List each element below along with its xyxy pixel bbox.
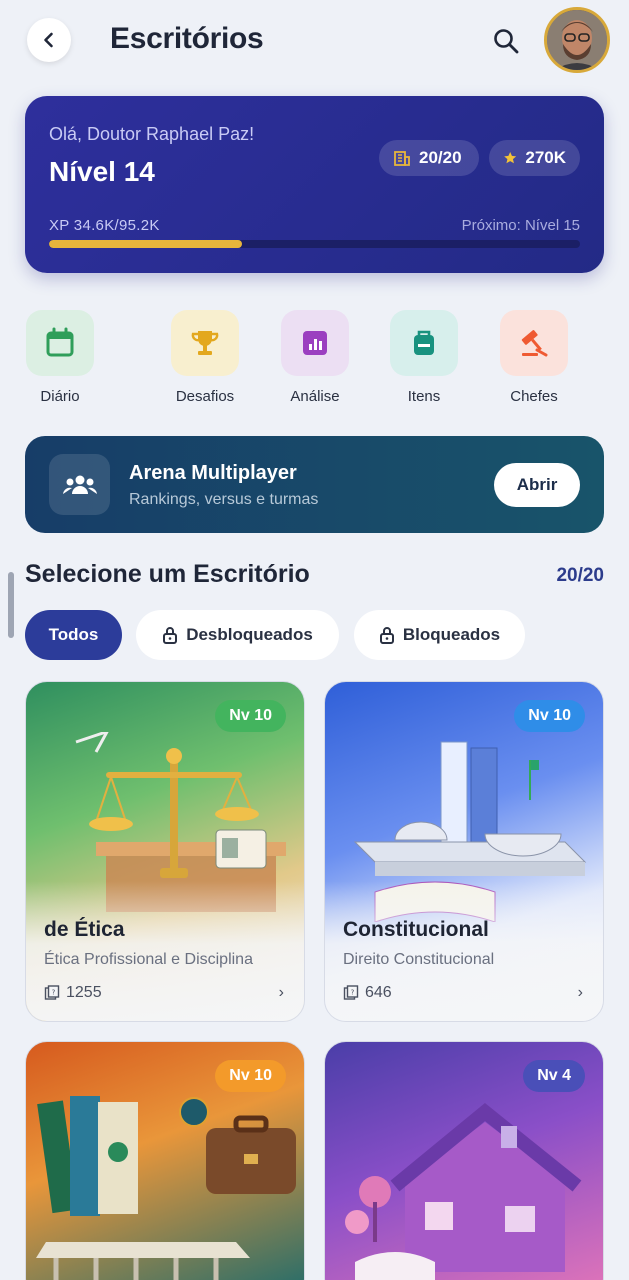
- level-badge: Nv 10: [215, 700, 286, 732]
- shortcut-tile: [171, 310, 239, 376]
- arena-multiplayer-banner[interactable]: Arena Multiplayer Rankings, versus e tur…: [25, 436, 604, 533]
- shortcut-diario[interactable]: Diário: [15, 310, 105, 405]
- arena-open-button[interactable]: Abrir: [494, 463, 580, 507]
- group-icon: [62, 475, 97, 494]
- chevron-right-icon: ›: [278, 984, 284, 1001]
- level-title: Nível 14: [49, 156, 155, 187]
- svg-text:?: ?: [52, 989, 56, 997]
- question-count-value: 1255: [66, 984, 102, 1001]
- question-count: ? 646: [343, 984, 392, 1002]
- star-icon: [504, 152, 517, 164]
- shortcut-desafios[interactable]: Desafios: [160, 310, 250, 405]
- arena-subtitle: Rankings, versus e turmas: [129, 491, 319, 508]
- shortcut-row: Diário Desafios Análise Itens Chefes: [25, 310, 604, 410]
- question-count: ? 1255: [44, 984, 102, 1002]
- office-card-etica[interactable]: Nv 10 de Ética Ética Profissional e Disc…: [25, 681, 305, 1022]
- calendar-icon: [46, 327, 74, 357]
- house-illustration-icon: [345, 1102, 582, 1280]
- level-badge: Nv 4: [523, 1060, 585, 1092]
- svg-text:?: ?: [351, 989, 355, 997]
- filter-locked-tab[interactable]: Bloqueados: [354, 610, 525, 660]
- gavel-icon: [521, 330, 548, 357]
- lock-icon: [163, 627, 178, 644]
- app-header: Escritórios: [0, 0, 629, 84]
- shortcut-tile: [281, 310, 349, 376]
- xp-progress-bar: [49, 240, 580, 248]
- points-chip: 270K: [489, 140, 580, 176]
- arena-icon-tile: [49, 454, 110, 515]
- xp-label: XP 34.6K/95.2K: [49, 217, 160, 234]
- shortcut-label: Chefes: [510, 388, 558, 405]
- card-title: Constitucional: [343, 918, 489, 941]
- chevron-left-icon: [44, 32, 53, 48]
- profile-level-card[interactable]: Olá, Doutor Raphael Paz! Nível 14 20/20 …: [25, 96, 604, 273]
- chart-icon: [303, 331, 327, 355]
- filter-label: Todos: [48, 625, 99, 644]
- arena-title: Arena Multiplayer: [129, 462, 297, 484]
- books-briefcase-illustration-icon: [36, 1096, 296, 1280]
- shortcut-tile: [390, 310, 458, 376]
- card-subtitle: Ética Profissional e Disciplina: [44, 951, 253, 968]
- next-level-label: Próximo: Nível 15: [461, 217, 580, 234]
- scroll-indicator[interactable]: [8, 572, 14, 638]
- shortcut-chefes[interactable]: Chefes: [489, 310, 579, 405]
- bag-icon: [414, 330, 434, 355]
- avatar[interactable]: [544, 7, 610, 73]
- office-card-4[interactable]: Nv 4: [324, 1041, 604, 1280]
- offices-count: 20/20: [419, 148, 462, 167]
- filter-label: Bloqueados: [402, 625, 501, 644]
- building-icon: [394, 151, 410, 166]
- question-book-icon: ?: [44, 985, 60, 1000]
- level-badge: Nv 10: [215, 1060, 286, 1092]
- lock-icon: [379, 627, 394, 644]
- greeting-text: Olá, Doutor Raphael Paz!: [49, 124, 255, 144]
- filter-all-tab[interactable]: Todos: [25, 610, 122, 660]
- question-count-value: 646: [365, 984, 392, 1001]
- trophy-icon: [191, 331, 219, 355]
- xp-progress-fill: [49, 240, 243, 248]
- search-button[interactable]: [487, 22, 525, 60]
- points-count: 270K: [525, 148, 566, 167]
- card-subtitle: Direito Constitucional: [343, 951, 495, 968]
- section-count: 20/20: [556, 565, 604, 586]
- back-button[interactable]: [27, 18, 71, 62]
- office-card-3[interactable]: Nv 10: [25, 1041, 305, 1280]
- page-title: Escritórios: [110, 22, 264, 55]
- search-icon: [494, 29, 519, 54]
- shortcut-itens[interactable]: Itens: [379, 310, 469, 405]
- card-title: de Ética: [44, 918, 125, 941]
- shortcut-label: Análise: [290, 388, 340, 405]
- level-badge: Nv 10: [514, 700, 585, 732]
- offices-chip: 20/20: [379, 140, 479, 176]
- shortcut-analise[interactable]: Análise: [270, 310, 360, 405]
- shortcut-label: Diário: [40, 388, 80, 405]
- shortcut-tile: [500, 310, 568, 376]
- section-title: Selecione um Escritório: [25, 560, 310, 588]
- user-photo-icon: [547, 10, 607, 70]
- office-card-constitucional[interactable]: Nv 10 Constitucional Direito Constitucio…: [324, 681, 604, 1022]
- chevron-right-icon: ›: [577, 984, 583, 1001]
- question-book-icon: ?: [343, 985, 359, 1000]
- filter-unlocked-tab[interactable]: Desbloqueados: [136, 610, 339, 660]
- shortcut-label: Desafios: [175, 388, 235, 405]
- shortcut-tile: [26, 310, 94, 376]
- shortcut-label: Itens: [407, 388, 441, 405]
- filter-label: Desbloqueados: [186, 625, 313, 644]
